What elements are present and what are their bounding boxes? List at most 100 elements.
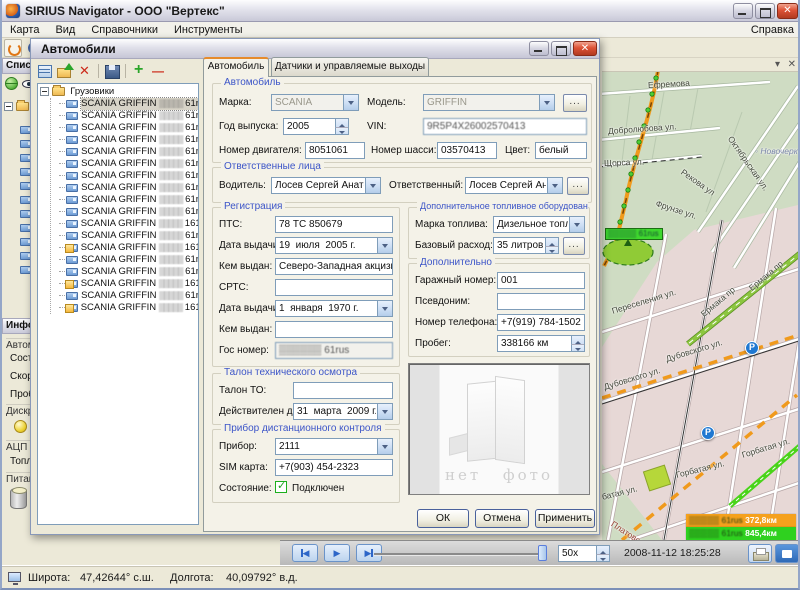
tree-item-vehicle-11[interactable]: SCANIA GRIFFIN ▒▒▒▒▒ 61rus — [51, 230, 198, 242]
tree-root[interactable]: Грузовики — [38, 84, 198, 98]
spin-down-icon[interactable] — [571, 344, 584, 352]
table-icon[interactable] — [36, 63, 54, 79]
menu-item-3[interactable]: Инструменты — [166, 23, 251, 37]
tree-item-vehicle-16[interactable]: SCANIA GRIFFIN ▒▒▒▒▒ 61rus — [51, 290, 198, 302]
color-input[interactable]: белый — [535, 142, 587, 159]
nickname-input[interactable] — [497, 293, 585, 310]
globe-icon[interactable] — [5, 77, 18, 90]
maximize-button[interactable] — [755, 3, 775, 19]
tree-item-vehicle-17[interactable]: SCANIA GRIFFIN ▒▒▒▒▒ 161rus — [51, 302, 198, 314]
tree-item-vehicle-12[interactable]: SCANIA GRIFFIN ▒▒▒▒▒ 161rus — [51, 242, 198, 254]
vin-input[interactable]: 9R5P4X26002570413 — [423, 118, 587, 135]
apply-button[interactable]: Применить — [535, 509, 595, 528]
driver-combo[interactable]: Лосев Сергей Анатоль — [271, 177, 381, 194]
chevron-down-icon[interactable] — [569, 217, 584, 232]
map-canvas[interactable]: ЕфремоваДобролюбова ул.Щорса ул.Октябрьс… — [602, 72, 800, 540]
add-icon[interactable] — [130, 63, 148, 79]
spin-up-icon[interactable] — [596, 546, 609, 554]
dialog-close-button[interactable] — [573, 41, 597, 56]
responsible-combo[interactable]: Лосев Сергей Анатоль — [465, 177, 563, 194]
valid-until-combo[interactable]: 31 марта 2009 г. — [293, 403, 393, 420]
menu-item-0[interactable]: Карта — [2, 23, 47, 37]
sim-input[interactable]: +7(903) 454-2323 — [275, 459, 393, 476]
chevron-down-icon[interactable] — [343, 95, 358, 110]
spin-up-icon[interactable] — [571, 336, 584, 344]
menu-help[interactable]: Справка — [751, 24, 794, 36]
device-combo[interactable]: 2111 — [275, 438, 393, 455]
parking-icon[interactable]: P — [701, 426, 715, 440]
connected-checkbox[interactable] — [275, 481, 287, 493]
spin-down-icon[interactable] — [335, 127, 348, 135]
tree-item-vehicle-15[interactable]: SCANIA GRIFFIN ▒▒▒▒▒ 161rus — [51, 278, 198, 290]
tree-item-vehicle-14[interactable]: SCANIA GRIFFIN ▒▒▒▒▒ 61rus — [51, 266, 198, 278]
vehicle-tree[interactable]: Грузовики SCANIA GRIFFIN ▒▒▒▒▒ 61rusSCAN… — [37, 83, 199, 525]
rate-browse-button[interactable]: ... — [563, 237, 585, 255]
chevron-down-icon[interactable] — [377, 301, 392, 316]
chevron-down-icon[interactable] — [547, 178, 562, 193]
srts-date-combo[interactable]: 1 января 1970 г. — [275, 300, 393, 317]
chevron-down-icon[interactable] — [377, 238, 392, 253]
srts-input[interactable] — [275, 279, 393, 296]
tab-sensors[interactable]: Датчики и управляемые выходы — [271, 57, 429, 76]
tree-item-vehicle-5[interactable]: SCANIA GRIFFIN ▒▒▒▒▒ 61rus — [51, 158, 198, 170]
photo-button[interactable] — [775, 544, 799, 563]
chevron-down-icon[interactable] — [377, 439, 392, 454]
dialog-maximize-button[interactable] — [551, 41, 571, 56]
tree-item-vehicle-6[interactable]: SCANIA GRIFFIN ▒▒▒▒▒ 61rus — [51, 170, 198, 182]
map-panel[interactable]: ▾ ✕ — [602, 58, 800, 540]
tab-vehicle[interactable]: Автомобиль — [203, 57, 269, 77]
parking-icon[interactable]: P — [745, 341, 759, 355]
persons-browse-button[interactable]: ... — [567, 177, 589, 195]
spin-down-icon[interactable] — [545, 246, 558, 254]
spin-up-icon[interactable] — [545, 238, 558, 246]
fuel-combo[interactable]: Дизельное топливо — [493, 216, 585, 233]
dialog-minimize-button[interactable] — [529, 41, 549, 56]
phone-input[interactable]: +7(919) 784-1502 — [497, 314, 585, 331]
minimize-button[interactable] — [733, 3, 753, 19]
rate-spinner[interactable]: 35 литров — [493, 237, 559, 254]
skip-start-button[interactable]: ◀ — [292, 544, 318, 562]
chassis-input[interactable]: 03570413 — [437, 142, 497, 159]
delete-icon[interactable] — [76, 63, 94, 79]
tree-item-vehicle-7[interactable]: SCANIA GRIFFIN ▒▒▒▒▒ 61rus — [51, 182, 198, 194]
gos-number-input[interactable]: ▒▒▒▒▒▒ 61rus — [275, 342, 393, 359]
chevron-down-icon[interactable]: ▾ — [775, 59, 780, 71]
tree-item-vehicle-0[interactable]: SCANIA GRIFFIN ▒▒▒▒▒ 61rus — [51, 98, 198, 110]
speed-spinner[interactable]: 50x — [558, 545, 610, 562]
chevron-down-icon[interactable] — [539, 95, 554, 110]
tree-item-vehicle-2[interactable]: SCANIA GRIFFIN ▒▒▒▒▒ 61rus — [51, 122, 198, 134]
model-browse-button[interactable]: ... — [563, 94, 587, 112]
expander-icon[interactable] — [4, 102, 13, 111]
import-icon[interactable] — [56, 63, 74, 79]
play-button[interactable]: ▶ — [324, 544, 350, 562]
tree-item-vehicle-9[interactable]: SCANIA GRIFFIN ▒▒▒▒▒ 61rus — [51, 206, 198, 218]
pts-date-combo[interactable]: 19 июля 2005 г. — [275, 237, 393, 254]
menu-item-2[interactable]: Справочники — [83, 23, 166, 37]
engine-input[interactable]: 8051061 — [305, 142, 365, 159]
collapse-icon[interactable] — [40, 87, 49, 96]
mileage-spinner[interactable]: 338166 км — [497, 335, 585, 352]
pts-input[interactable]: 78 ТС 850679 — [275, 216, 393, 233]
save-icon[interactable] — [103, 63, 121, 79]
tree-item-vehicle-10[interactable]: SCANIA GRIFFIN ▒▒▒▒▒ 161rus — [51, 218, 198, 230]
srts-issuer-input[interactable] — [275, 321, 393, 338]
marka-combo[interactable]: SCANIA — [271, 94, 359, 111]
ok-button[interactable]: ОК — [417, 509, 469, 528]
timeline-slider[interactable] — [374, 553, 546, 556]
chevron-down-icon[interactable] — [365, 178, 380, 193]
spin-down-icon[interactable] — [596, 554, 609, 562]
chevron-down-icon[interactable] — [377, 404, 392, 419]
tree-item-vehicle-8[interactable]: SCANIA GRIFFIN ▒▒▒▒▒ 61rus — [51, 194, 198, 206]
tree-item-vehicle-13[interactable]: SCANIA GRIFFIN ▒▒▒▒▒ 61rus — [51, 254, 198, 266]
timeline-thumb[interactable] — [538, 545, 547, 561]
remove-icon[interactable] — [150, 63, 168, 79]
tree-item-vehicle-3[interactable]: SCANIA GRIFFIN ▒▒▒▒▒ 61rus — [51, 134, 198, 146]
year-spinner[interactable]: 2005 — [283, 118, 349, 135]
menu-item-1[interactable]: Вид — [47, 23, 83, 37]
print-button[interactable] — [748, 544, 772, 563]
garage-input[interactable]: 001 — [497, 272, 585, 289]
close-map-icon[interactable]: ✕ — [788, 59, 796, 71]
tree-item-vehicle-1[interactable]: SCANIA GRIFFIN ▒▒▒▒▒ 61rus — [51, 110, 198, 122]
pts-issuer-input[interactable]: Северо-Западная акцизная т — [275, 258, 393, 275]
refresh-icon[interactable] — [4, 39, 22, 57]
